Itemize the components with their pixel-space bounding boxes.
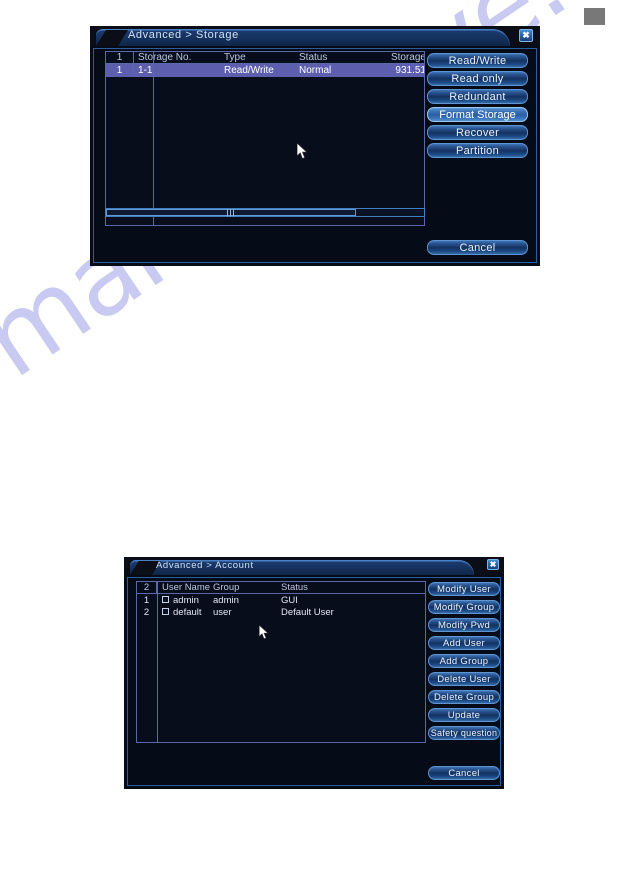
table-row[interactable]: 2 default user Default User: [137, 606, 425, 618]
safety-question-button[interactable]: Safety question: [428, 726, 500, 740]
storage-row-type: Read/Write: [224, 65, 274, 76]
storage-titlebar-notch: [96, 30, 128, 46]
mouse-cursor: [297, 143, 309, 160]
storage-scrollbar-grip: [227, 209, 234, 216]
storage-dialog-title: Advanced > Storage: [128, 29, 239, 41]
account-dialog-title: Advanced > Account: [156, 560, 254, 571]
storage-header-storage-no: Storage No.: [138, 52, 192, 63]
account-header-group: Group: [213, 582, 240, 593]
modify-pwd-button[interactable]: Modify Pwd: [428, 618, 500, 632]
storage-table-vline: [153, 52, 154, 225]
row-checkbox[interactable]: [162, 608, 169, 616]
read-write-button[interactable]: Read/Write: [427, 53, 528, 68]
storage-header-storage: Storage: [390, 52, 425, 63]
read-only-button[interactable]: Read only: [427, 71, 528, 86]
storage-row-index: 1: [106, 65, 134, 76]
storage-row-status: Normal: [299, 65, 332, 76]
grey-placeholder-block: [584, 8, 605, 25]
account-row-index: 1: [143, 594, 150, 606]
delete-user-button[interactable]: Delete User: [428, 672, 500, 686]
recover-button[interactable]: Recover: [427, 125, 528, 140]
account-header-count: 2: [137, 582, 157, 593]
account-header-user-name: User Name: [162, 582, 211, 593]
account-dialog: Advanced > Account ✖ 2 User Name Group S…: [124, 557, 504, 789]
delete-group-button[interactable]: Delete Group: [428, 690, 500, 704]
update-button[interactable]: Update: [428, 708, 500, 722]
account-row-group: user: [213, 606, 232, 618]
format-storage-button[interactable]: Format Storage: [427, 107, 528, 122]
table-row[interactable]: 1 admin admin GUI: [137, 594, 425, 606]
account-row-username-label: default: [173, 606, 202, 618]
account-row-username: admin: [157, 595, 213, 606]
row-checkbox[interactable]: [162, 596, 169, 604]
modify-group-button[interactable]: Modify Group: [428, 600, 500, 614]
partition-button[interactable]: Partition: [427, 143, 528, 158]
account-table-vline: [157, 582, 158, 742]
modify-user-button[interactable]: Modify User: [428, 582, 500, 596]
page-root: manualshive.com Advanced > Storage ✖ 1 S…: [0, 0, 629, 893]
account-table-header-row: 2 User Name Group Status: [137, 582, 425, 594]
storage-header-type: Type: [224, 52, 246, 63]
storage-header-status: Status: [299, 52, 328, 63]
storage-horizontal-scrollbar[interactable]: [105, 208, 425, 217]
account-row-username-label: admin: [173, 594, 199, 606]
storage-row-no: 1-1: [138, 65, 153, 76]
storage-header-count: 1: [106, 52, 134, 63]
storage-dialog-titlebar: Advanced > Storage: [90, 26, 540, 46]
account-header-status: Status: [281, 582, 308, 593]
storage-scrollbar-thumb[interactable]: [106, 209, 356, 216]
storage-dialog: Advanced > Storage ✖ 1 Storage No. Type …: [90, 26, 540, 266]
account-row-index: 2: [143, 606, 150, 618]
mouse-cursor: [259, 625, 269, 640]
account-row-username: default: [157, 607, 213, 618]
account-table[interactable]: 2 User Name Group Status 1 admin admin G…: [136, 581, 426, 743]
storage-row-size: 931.51: [395, 65, 425, 76]
account-cancel-button[interactable]: Cancel: [428, 766, 500, 780]
storage-cancel-button[interactable]: Cancel: [427, 240, 528, 255]
account-close-icon[interactable]: ✖: [487, 559, 499, 570]
storage-table[interactable]: 1 Storage No. Type Status Storage 1 1-1 …: [105, 51, 425, 226]
add-group-button[interactable]: Add Group: [428, 654, 500, 668]
redundant-button[interactable]: Redundant: [427, 89, 528, 104]
account-row-status: Default User: [281, 606, 334, 618]
account-dialog-titlebar: Advanced > Account: [124, 557, 504, 575]
account-row-status: GUI: [281, 594, 298, 606]
add-user-button[interactable]: Add User: [428, 636, 500, 650]
storage-close-icon[interactable]: ✖: [519, 29, 533, 42]
account-row-group: admin: [213, 594, 239, 606]
